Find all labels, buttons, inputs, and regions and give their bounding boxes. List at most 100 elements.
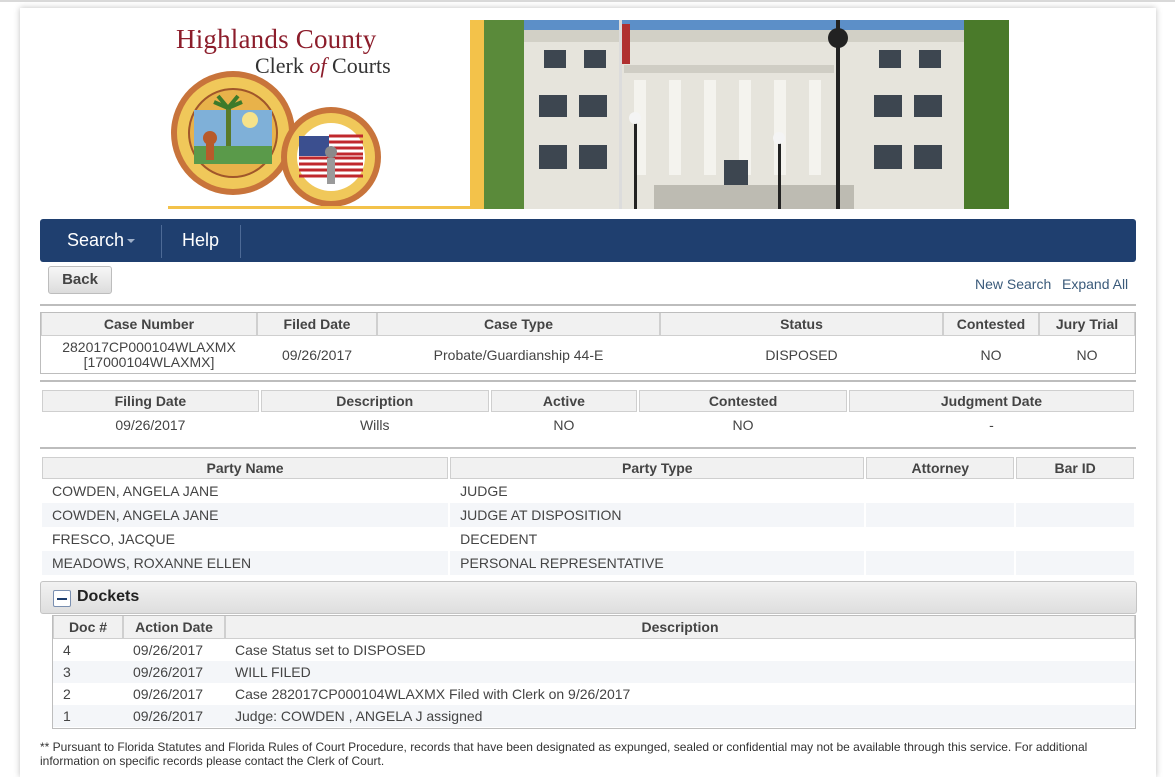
banner-gold-strip <box>470 20 484 209</box>
column-header[interactable]: Party Name <box>42 457 449 479</box>
case-contested: NO <box>980 346 1002 363</box>
dockets-panel-header[interactable]: Dockets <box>40 581 1137 614</box>
case-number-alt: [17000104WLAXMX] <box>83 353 215 370</box>
table-header-row: Case Number Filed Date Case Type Status … <box>41 313 1135 336</box>
banner-title: Highlands County <box>176 24 377 54</box>
filing-judgment-date: - <box>989 417 994 433</box>
filing-active: NO <box>553 417 575 433</box>
case-jury-trial: NO <box>1076 346 1098 363</box>
case-type: Probate/Guardianship 44-E <box>433 346 604 363</box>
party-attorney <box>866 479 1014 503</box>
filing-date: 09/26/2017 <box>115 417 186 433</box>
column-header[interactable]: Contested <box>943 313 1039 336</box>
docket-description: Case 282017CP000104WLAXMX Filed with Cle… <box>235 686 631 702</box>
nav-search-menu[interactable]: Search <box>67 219 136 262</box>
filing-details-table: Filing Date Description Active Contested… <box>40 390 1136 438</box>
party-bar-id <box>1016 503 1134 527</box>
table-row: 2 09/26/2017 Case 282017CP000104WLAXMX F… <box>53 683 1135 705</box>
party-bar-id <box>1016 479 1134 503</box>
table-row: 282017CP000104WLAXMX [17000104WLAXMX] 09… <box>41 336 1135 373</box>
table-row: COWDEN, ANGELA JANE JUDGE AT DISPOSITION <box>42 503 1134 527</box>
banner-logo-underline <box>168 206 470 209</box>
clerk-seal-icon <box>281 107 381 207</box>
party-type: JUDGE <box>460 483 508 499</box>
docket-number: 2 <box>63 686 71 702</box>
expand-all-link[interactable]: Expand All <box>1062 276 1128 292</box>
table-header-row: Filing Date Description Active Contested… <box>42 390 1134 412</box>
nav-divider <box>240 225 241 258</box>
divider <box>40 380 1136 382</box>
main-navbar: Search Help <box>40 219 1136 262</box>
docket-number: 3 <box>53 661 123 683</box>
table-row: 09/26/2017 Wills NO NO - <box>42 412 1134 438</box>
filed-date: 09/26/2017 <box>281 346 353 363</box>
nav-search-label: Search <box>67 230 125 250</box>
column-header[interactable]: Active <box>490 390 638 412</box>
column-header[interactable]: Bar ID <box>1016 457 1134 479</box>
filing-description: Wills <box>359 417 390 433</box>
party-type: DECEDENT <box>460 531 538 547</box>
dockets-title: Dockets <box>77 588 140 605</box>
docket-date: 09/26/2017 <box>123 705 225 727</box>
clerk-logo[interactable]: Highlands County Clerk of Courts <box>168 20 470 209</box>
party-name: FRESCO, JACQUE <box>52 531 175 547</box>
case-summary-table: Case Number Filed Date Case Type Status … <box>40 312 1136 374</box>
docket-table: Doc # Action Date Description 4 09/26/20… <box>52 615 1136 729</box>
back-button[interactable]: Back <box>48 266 112 294</box>
column-header[interactable]: Description <box>260 390 489 412</box>
table-header-row: Party Name Party Type Attorney Bar ID <box>42 457 1134 479</box>
filing-contested: NO <box>732 417 754 433</box>
chevron-down-icon <box>127 239 136 244</box>
case-status: DISPOSED <box>765 346 838 363</box>
docket-description: WILL FILED <box>225 661 1135 683</box>
party-name: COWDEN, ANGELA JANE <box>52 483 219 499</box>
column-header[interactable]: Party Type <box>450 457 865 479</box>
docket-date: 09/26/2017 <box>133 686 204 702</box>
divider <box>40 304 1136 306</box>
legal-footnote: ** Pursuant to Florida Statutes and Flor… <box>40 740 1088 768</box>
party-table: Party Name Party Type Attorney Bar ID CO… <box>40 457 1136 575</box>
column-header[interactable]: Description <box>225 616 1135 639</box>
party-bar-id <box>1016 527 1134 551</box>
table-row: 4 09/26/2017 Case Status set to DISPOSED <box>53 639 1135 661</box>
courthouse-photo <box>484 20 1009 209</box>
table-row: 1 09/26/2017 Judge: COWDEN , ANGELA J as… <box>53 705 1135 727</box>
case-number: 282017CP000104WLAXMX <box>62 338 236 355</box>
party-name: MEADOWS, ROXANNE ELLEN <box>42 551 449 575</box>
column-header[interactable]: Filing Date <box>42 390 259 412</box>
table-row: MEADOWS, ROXANNE ELLEN PERSONAL REPRESEN… <box>42 551 1134 575</box>
party-name: COWDEN, ANGELA JANE <box>42 503 449 527</box>
column-header[interactable]: Contested <box>639 390 847 412</box>
column-header[interactable]: Jury Trial <box>1039 313 1135 336</box>
header-banner: Highlands County Clerk of Courts <box>168 20 1009 209</box>
column-header[interactable]: Status <box>660 313 943 336</box>
table-row: COWDEN, ANGELA JANE JUDGE <box>42 479 1134 503</box>
nav-divider <box>161 225 162 258</box>
docket-description: Case Status set to DISPOSED <box>235 642 426 658</box>
column-header[interactable]: Attorney <box>866 457 1015 479</box>
party-attorney <box>866 527 1014 551</box>
column-header[interactable]: Doc # <box>53 616 123 639</box>
new-search-link[interactable]: New Search <box>975 276 1051 292</box>
state-seal-icon <box>171 71 295 195</box>
table-row: 3 09/26/2017 WILL FILED <box>53 661 1135 683</box>
party-type: PERSONAL REPRESENTATIVE <box>450 551 865 575</box>
table-header-row: Doc # Action Date Description <box>53 616 1135 639</box>
column-header[interactable]: Action Date <box>123 616 225 639</box>
party-attorney <box>866 551 1015 575</box>
party-type: JUDGE AT DISPOSITION <box>450 503 865 527</box>
docket-date: 09/26/2017 <box>133 642 204 658</box>
collapse-icon[interactable] <box>53 590 71 607</box>
divider <box>40 447 1136 449</box>
docket-number: 4 <box>63 642 71 658</box>
docket-date: 09/26/2017 <box>123 661 225 683</box>
column-header[interactable]: Case Type <box>377 313 660 336</box>
column-header[interactable]: Case Number <box>41 313 257 336</box>
party-bar-id <box>1016 551 1134 575</box>
nav-help[interactable]: Help <box>182 219 219 262</box>
table-row: FRESCO, JACQUE DECEDENT <box>42 527 1134 551</box>
top-border <box>0 0 1175 2</box>
column-header[interactable]: Filed Date <box>257 313 377 336</box>
column-header[interactable]: Judgment Date <box>848 390 1134 412</box>
party-attorney <box>866 503 1015 527</box>
